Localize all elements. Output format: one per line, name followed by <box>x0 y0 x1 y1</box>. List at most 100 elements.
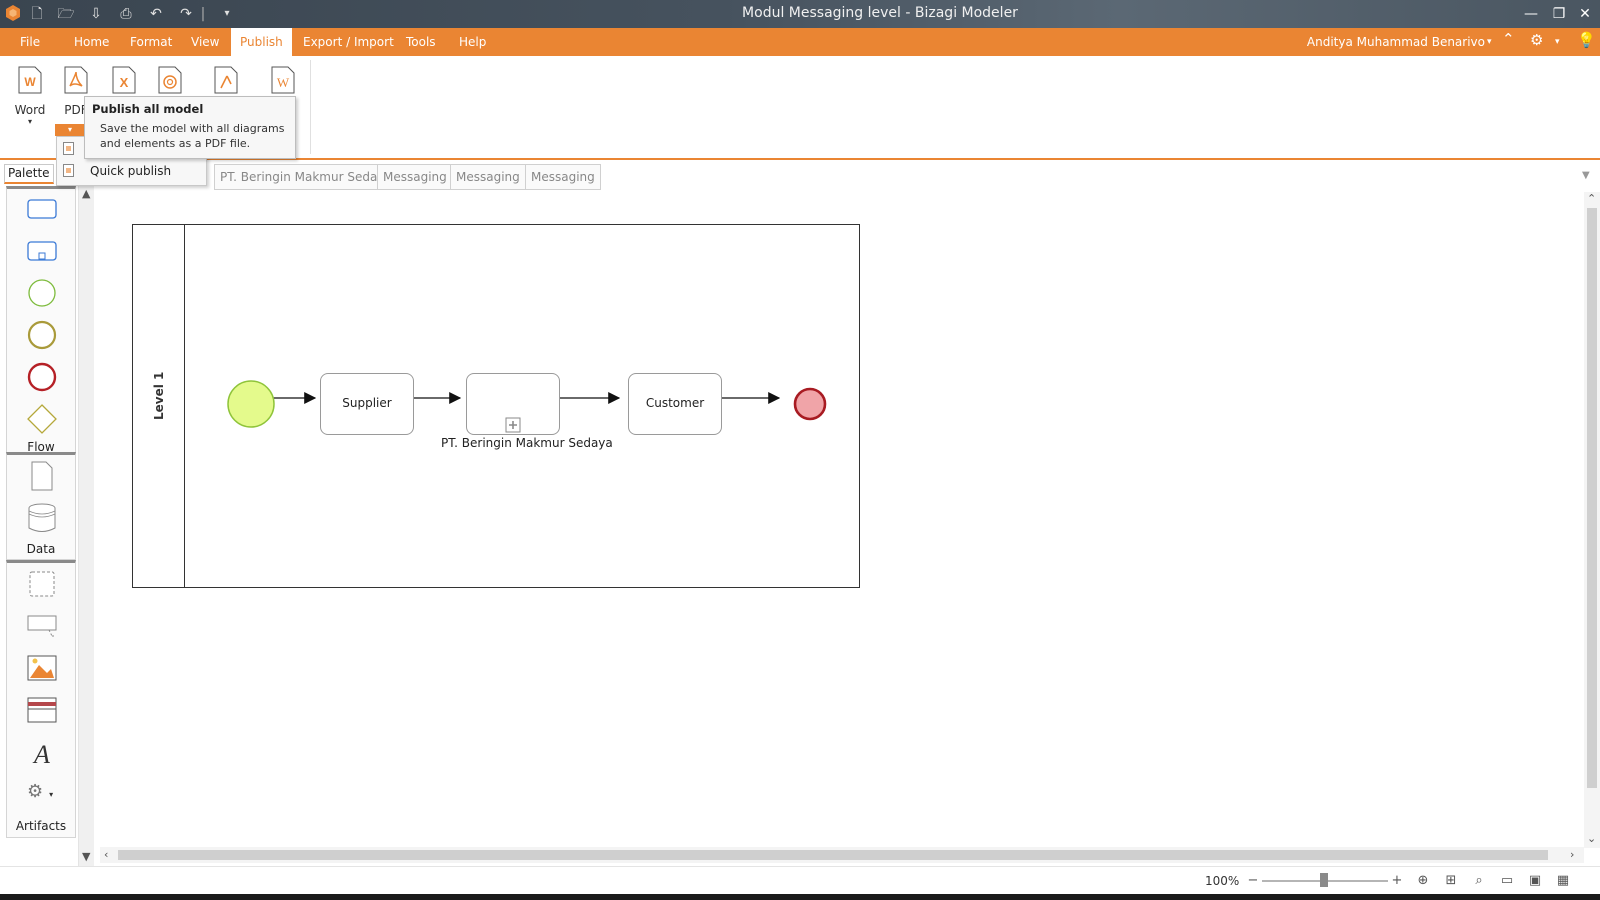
menu-format[interactable]: Format <box>122 28 180 56</box>
subprocess-pt-beringin[interactable] <box>466 373 560 435</box>
image-shape-icon[interactable] <box>27 653 57 683</box>
header-shape-icon[interactable] <box>27 695 57 725</box>
undo-icon[interactable]: ↶ <box>147 5 165 23</box>
task-customer[interactable]: Customer <box>628 373 722 435</box>
expand-subprocess-icon[interactable] <box>505 417 521 433</box>
end-event[interactable] <box>793 387 827 421</box>
settings-chevron-icon[interactable]: ▾ <box>1555 37 1560 47</box>
excel-document-icon: X <box>112 66 136 94</box>
svg-text:A: A <box>32 740 50 767</box>
status-bar: 100% − + ⊕ ⊞ ⌕ ▭ ▣ ▦ <box>0 866 1600 894</box>
gateway-shape-icon[interactable] <box>27 404 57 434</box>
menu-file[interactable]: File <box>12 28 48 56</box>
palette-artifacts-label: Artifacts <box>15 819 67 833</box>
fit-width-icon[interactable]: ▭ <box>1498 872 1516 890</box>
palette-data-section: Data <box>6 452 76 560</box>
gears-more-icon[interactable]: ⚙ ▾ <box>27 781 57 811</box>
zoom-actual-size-icon[interactable]: ⊕ <box>1414 872 1432 890</box>
subprocess-shape-icon[interactable] <box>27 236 57 266</box>
canvas-vertical-scrollbar[interactable]: ⌃ ⌄ <box>1584 192 1600 848</box>
pdf-dropdown-toggle[interactable]: ▾ <box>55 124 85 136</box>
word-chevron-icon[interactable]: ▾ <box>10 117 50 126</box>
word-document-icon: W <box>18 66 42 94</box>
palette-scroll-down-icon[interactable]: ▼ <box>82 850 90 863</box>
close-icon[interactable]: ✕ <box>1574 4 1596 24</box>
user-dropdown-chevron-icon[interactable]: ▾ <box>1487 37 1492 47</box>
scroll-right-chevron-icon[interactable]: › <box>1570 848 1574 861</box>
palette-scroll-up-icon[interactable]: ▲ <box>82 187 90 200</box>
open-folder-icon[interactable]: 🗁 <box>57 5 75 23</box>
fit-to-page-icon[interactable]: ⊞ <box>1442 872 1460 890</box>
lightbulb-icon[interactable]: 💡 <box>1577 31 1596 49</box>
publish-web-button[interactable] <box>150 66 190 97</box>
quick-publish-item[interactable]: Quick publish <box>57 160 206 183</box>
collapse-ribbon-icon[interactable]: ⌃ <box>1502 30 1515 48</box>
tabs-overflow-chevron-icon[interactable]: ▼ <box>1582 170 1590 181</box>
diagram-canvas[interactable]: Level 1 Supplier Customer PT. Beringin M… <box>96 192 1584 848</box>
canvas-horizontal-scrollbar[interactable]: ‹ › <box>100 847 1584 863</box>
palette-data-label: Data <box>26 542 56 556</box>
scroll-down-chevron-icon[interactable]: ⌄ <box>1587 832 1596 845</box>
data-object-shape-icon[interactable] <box>27 461 57 491</box>
redo-icon[interactable]: ↷ <box>177 5 195 23</box>
menu-help[interactable]: Help <box>451 28 494 56</box>
ribbon-divider <box>310 60 311 154</box>
menu-tools[interactable]: Tools <box>398 28 444 56</box>
group-shape-icon[interactable] <box>27 569 57 599</box>
zoom-level: 100% <box>1205 874 1240 888</box>
intermediate-event-shape-icon[interactable] <box>27 320 57 350</box>
publish-word-button[interactable]: W Word ▾ <box>10 66 50 126</box>
svg-text:W: W <box>277 75 290 90</box>
tooltip-description: Save the model with all diagrams and ele… <box>100 122 285 150</box>
publish-excel-button[interactable]: X <box>104 66 144 97</box>
zoom-slider-thumb[interactable] <box>1320 873 1328 887</box>
data-store-shape-icon[interactable] <box>27 503 57 533</box>
minimize-icon[interactable]: — <box>1520 4 1542 24</box>
annotation-shape-icon[interactable] <box>27 610 57 640</box>
quick-publish-label: Quick publish <box>90 164 172 178</box>
save-icon[interactable]: ⇩ <box>87 5 105 23</box>
end-event-shape-icon[interactable] <box>27 362 57 392</box>
task-shape-icon[interactable] <box>27 194 57 224</box>
publish-wiki-button[interactable]: W <box>263 66 303 97</box>
horizontal-scroll-thumb[interactable] <box>118 850 1548 860</box>
scroll-up-chevron-icon[interactable]: ⌃ <box>1587 192 1596 205</box>
scroll-left-chevron-icon[interactable]: ‹ <box>104 848 108 861</box>
new-file-icon[interactable]: 🗋 <box>28 5 46 23</box>
menu-view[interactable]: View <box>183 28 227 56</box>
palette-scrollbar[interactable]: ▲ ▼ <box>78 186 94 866</box>
restore-icon[interactable]: ❐ <box>1548 4 1570 24</box>
tab-diagram-messaging-2[interactable]: Messaging <box>450 164 526 190</box>
palette-tab[interactable]: Palette <box>4 164 54 184</box>
publish-sharepoint-button[interactable] <box>206 66 246 97</box>
text-shape-icon[interactable]: A <box>27 737 57 767</box>
overview-map-icon[interactable]: ▦ <box>1554 872 1572 890</box>
vertical-scroll-thumb[interactable] <box>1587 208 1597 788</box>
tab-diagram-messaging-1[interactable]: Messaging <box>377 164 453 190</box>
title-bar: 🗋 🗁 ⇩ ⎙ ↶ ↷ | ▾ Modul Messaging level - … <box>0 0 1600 28</box>
start-event[interactable] <box>227 380 275 428</box>
tab-diagram-pt-beringin[interactable]: PT. Beringin Makmur Sedaya <box>214 164 398 190</box>
start-event-shape-icon[interactable] <box>27 278 57 308</box>
menu-home[interactable]: Home <box>66 28 117 56</box>
zoom-search-icon[interactable]: ⌕ <box>1470 872 1488 890</box>
menu-publish[interactable]: Publish <box>231 28 292 58</box>
menu-export-import[interactable]: Export / Import <box>295 28 402 56</box>
tab-diagram-messaging-3[interactable]: Messaging <box>525 164 601 190</box>
pdf-small-icon <box>63 164 74 177</box>
gears-chevron-icon[interactable]: ▾ <box>49 790 53 799</box>
print-icon[interactable]: ⎙ <box>117 5 135 23</box>
wiki-document-icon: W <box>271 66 295 94</box>
task-supplier[interactable]: Supplier <box>320 373 414 435</box>
settings-gear-icon[interactable]: ⚙ <box>1530 31 1543 49</box>
pdf-small-icon <box>63 142 74 155</box>
customize-toolbar-icon[interactable]: ▾ <box>218 5 236 23</box>
user-account[interactable]: Anditya Muhammad Benarivo <box>1307 35 1485 49</box>
zoom-out-icon[interactable]: − <box>1244 872 1262 890</box>
presentation-icon[interactable]: ▣ <box>1526 872 1544 890</box>
taskbar-strip <box>0 894 1600 900</box>
web-document-icon <box>158 66 182 94</box>
palette-flow-section: Flow <box>6 186 76 460</box>
bizagi-logo-icon <box>6 5 20 21</box>
zoom-in-icon[interactable]: + <box>1388 872 1406 890</box>
